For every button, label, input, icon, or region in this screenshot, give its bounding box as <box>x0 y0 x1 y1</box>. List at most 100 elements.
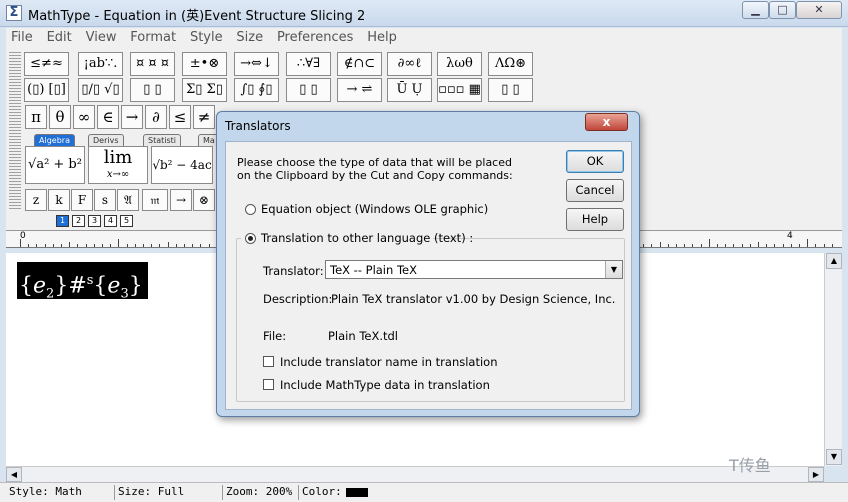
menu-size[interactable]: Size <box>231 28 268 47</box>
dialog-title: Translators <box>225 119 291 133</box>
tab-statistics[interactable]: Statisti <box>143 134 182 146</box>
symbol-fraktur-A-button[interactable]: 𝔄 <box>117 189 139 211</box>
horizontal-scrollbar[interactable]: ◀ ▶ <box>6 466 824 482</box>
set-theory-palette[interactable]: ∉∩⊂ <box>337 52 382 76</box>
symbol-partial-button[interactable]: ∂ <box>145 105 167 129</box>
size-tab-3[interactable]: 3 <box>88 215 101 227</box>
embellishments-palette[interactable]: ¤ ¤ ¤ <box>130 52 175 76</box>
template-sqrt-discriminant[interactable]: √b² − 4ac <box>151 146 213 184</box>
translator-dropdown-value: TeX -- Plain TeX <box>330 263 417 277</box>
symbol-otimes-button[interactable]: ⊗ <box>193 189 215 211</box>
translation-options-group: Translator: TeX -- Plain TeX ▼ Descripti… <box>236 238 625 402</box>
radio-translation[interactable] <box>245 233 256 244</box>
menu-view[interactable]: View <box>81 28 122 47</box>
ruler-tick <box>143 244 144 247</box>
labeled-arrow-palette[interactable]: → ⇌ <box>337 78 382 102</box>
matrix-palette[interactable]: ▫▫▫ ▦ <box>437 78 482 102</box>
symbol-leq-button[interactable]: ≤ <box>169 105 191 129</box>
tab-algebra[interactable]: Algebra <box>34 134 75 146</box>
include-translator-name-checkbox[interactable] <box>263 356 274 367</box>
radio-equation-object[interactable] <box>245 204 256 215</box>
symbol-infinity-button[interactable]: ∞ <box>73 105 95 129</box>
fraction-radical-palette[interactable]: ▯/▯ √▯ <box>78 78 123 102</box>
symbol-k-button[interactable]: k <box>48 189 70 211</box>
ruler-tick <box>36 244 38 247</box>
menu-format[interactable]: Format <box>125 28 181 47</box>
box-templates-palette[interactable]: ▯ ▯ <box>488 78 533 102</box>
ruler-tick <box>208 244 210 247</box>
scroll-left-arrow-icon[interactable]: ◀ <box>6 467 22 482</box>
symbol-s-button[interactable]: s <box>94 189 116 211</box>
brace-open-2: { <box>93 273 108 299</box>
relational-symbols-palette[interactable]: ≤≠≈ <box>24 52 69 76</box>
size-tab-5[interactable]: 5 <box>120 215 133 227</box>
scroll-down-arrow-icon[interactable]: ▼ <box>826 449 842 465</box>
symbol-pi-button[interactable]: π <box>25 105 47 129</box>
mathtype-app-icon: Σ <box>6 5 22 21</box>
dialog-close-button[interactable]: x <box>585 113 628 131</box>
tab-derivs[interactable]: Derivs <box>88 134 124 146</box>
ruler-tick <box>200 244 202 247</box>
translator-dropdown[interactable]: TeX -- Plain TeX ▼ <box>325 260 623 279</box>
dialog-prompt: Please choose the type of data that will… <box>237 156 537 182</box>
status-style: Style: Math <box>9 485 82 498</box>
status-color: Color: <box>298 485 368 500</box>
minimize-button[interactable]: ▁ <box>742 1 769 19</box>
include-mathtype-data-checkbox[interactable] <box>263 379 274 390</box>
menu-file[interactable]: File <box>6 28 38 47</box>
symbol-theta-button[interactable]: θ <box>49 105 71 129</box>
greek-uppercase-palette[interactable]: ΛΩ⊛ <box>488 52 533 76</box>
toolbar-grip[interactable] <box>9 50 21 210</box>
size-tab-4[interactable]: 4 <box>104 215 117 227</box>
ruler-tick <box>815 244 817 247</box>
menu-bar: File Edit View Format Style Size Prefere… <box>6 28 842 47</box>
size-tab-1[interactable]: 1 <box>56 215 69 227</box>
size-tab-2[interactable]: 2 <box>72 215 85 227</box>
close-window-button[interactable]: ✕ <box>796 1 842 19</box>
prompt-line-2: on the Clipboard by the Cut and Copy com… <box>237 169 513 182</box>
ok-button[interactable]: OK <box>566 150 624 173</box>
template-sqrt-sum[interactable]: √a² + b² <box>25 146 85 184</box>
menu-preferences[interactable]: Preferences <box>272 28 358 47</box>
menu-style[interactable]: Style <box>185 28 228 47</box>
brace-close-2: } <box>128 273 143 299</box>
help-button[interactable]: Help <box>566 208 624 231</box>
ruler-tick <box>782 244 784 247</box>
integral-palette[interactable]: ∫▯ ∮▯ <box>234 78 279 102</box>
symbol-element-of-button[interactable]: ∈ <box>97 105 119 129</box>
subscript-superscript-palette[interactable]: ▯ ▯ <box>130 78 175 102</box>
spaces-ellipses-palette[interactable]: ¡ab∵. <box>78 52 123 76</box>
greek-lowercase-palette[interactable]: λωθ <box>437 52 482 76</box>
ruler-tick <box>708 239 710 247</box>
maximize-button[interactable]: □ <box>769 1 796 19</box>
symbol-F-button[interactable]: F <box>71 189 93 211</box>
products-set-palette[interactable]: Ū Ụ <box>387 78 432 102</box>
scroll-up-arrow-icon[interactable]: ▲ <box>826 253 842 269</box>
ruler-tick <box>643 244 645 247</box>
symbol-neq-button[interactable]: ≠ <box>193 105 215 129</box>
selected-equation[interactable]: {e2}#s{e3} <box>17 262 148 302</box>
symbol-z-button[interactable]: z <box>25 189 47 211</box>
ruler-tick <box>52 244 54 247</box>
ruler-tick <box>126 244 128 247</box>
menu-help[interactable]: Help <box>362 28 402 47</box>
vertical-scrollbar[interactable]: ▲ ▼ <box>824 253 842 466</box>
chevron-down-icon[interactable]: ▼ <box>605 261 622 278</box>
underbar-overbar-palette[interactable]: ▯ ▯ <box>286 78 331 102</box>
symbol-fraktur-m-button[interactable]: 𝔪 <box>142 189 168 211</box>
fence-templates-palette[interactable]: (▯) [▯] <box>24 78 69 102</box>
summation-palette[interactable]: Σ▯ Σ▯ <box>182 78 227 102</box>
window-title: MathType - Equation in (英)Event Structur… <box>28 9 366 24</box>
ruler-tick <box>692 244 694 247</box>
arrow-symbols-palette[interactable]: →⇔↓ <box>234 52 279 76</box>
symbol-arrow-button[interactable]: → <box>121 105 143 129</box>
operator-symbols-palette[interactable]: ±•⊗ <box>182 52 227 76</box>
template-limit[interactable]: lim x→∞ <box>88 146 148 184</box>
scroll-right-arrow-icon[interactable]: ▶ <box>808 467 824 482</box>
symbol-arrow-small-button[interactable]: → <box>170 189 192 211</box>
brace-open-1: { <box>19 273 33 299</box>
cancel-button[interactable]: Cancel <box>566 179 624 202</box>
logical-symbols-palette[interactable]: ∴∀∃ <box>286 52 331 76</box>
menu-edit[interactable]: Edit <box>42 28 77 47</box>
misc-symbols-palette[interactable]: ∂∞ℓ <box>387 52 432 76</box>
